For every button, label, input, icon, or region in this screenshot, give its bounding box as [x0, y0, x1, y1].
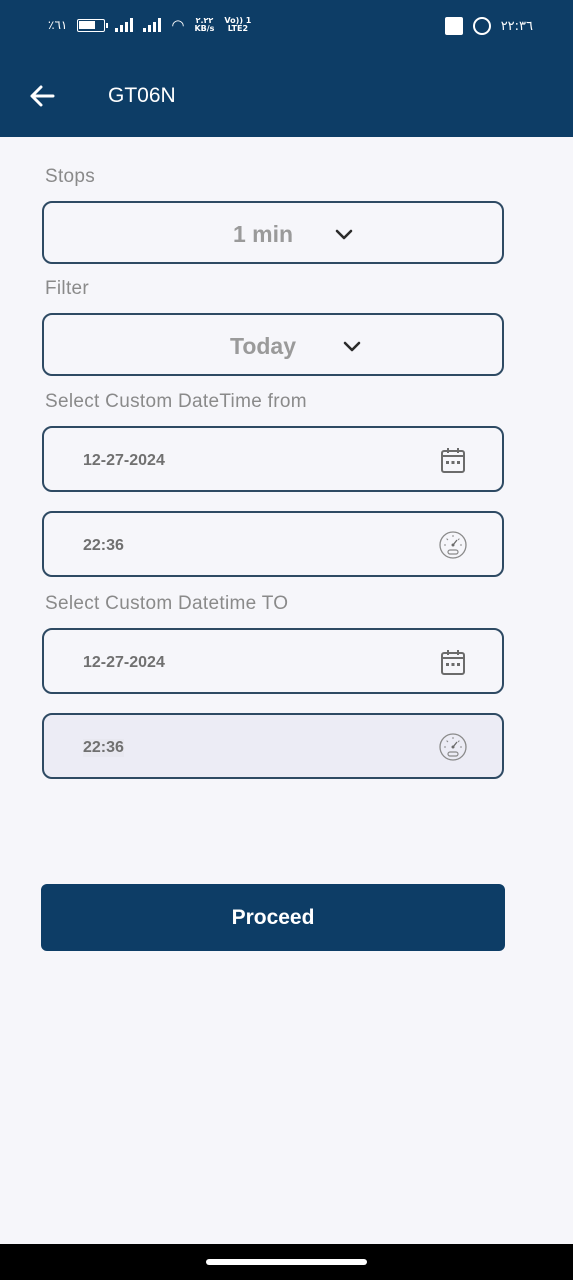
volte-indicator: Vo)) 1 LTE2 [224, 17, 251, 33]
signal-icon [143, 18, 162, 32]
back-arrow-icon[interactable] [28, 82, 56, 110]
stops-dropdown[interactable]: 1 min [42, 201, 504, 264]
stops-label: Stops [45, 166, 96, 187]
battery-icon [77, 18, 109, 32]
network-speed-unit: KB/s [194, 24, 215, 33]
volte-bottom: LTE2 [227, 24, 249, 33]
system-nav-bar [0, 1244, 573, 1280]
chevron-down-icon [335, 229, 353, 240]
filter-selected-value: Today [229, 333, 297, 359]
from-date-value: 12-27-2024 [83, 452, 165, 469]
to-date-value: 12-27-2024 [83, 654, 165, 671]
from-time-value: 22:36 [83, 537, 124, 554]
to-time-value: 22:36 [83, 739, 124, 757]
calendar-icon[interactable] [438, 445, 468, 475]
filter-dropdown[interactable]: Today [42, 313, 504, 376]
calendar-icon[interactable] [438, 647, 468, 677]
notification-icon [444, 17, 463, 35]
wifi-icon: ◠ [171, 16, 185, 34]
clock-dial-icon[interactable] [438, 732, 468, 762]
to-date-field[interactable]: 12-27-2024 [42, 628, 504, 694]
status-time: ٢٢:٣٦ [500, 18, 533, 34]
app-bar: ٪٦١ ◠ ٢.٢٢ KB/s Vo)) 1 LTE2 ٢٢:٣٦ GT06N [0, 0, 573, 137]
screen: ٪٦١ ◠ ٢.٢٢ KB/s Vo)) 1 LTE2 ٢٢:٣٦ GT06N … [0, 0, 573, 1280]
page-title: GT06N [108, 84, 176, 107]
status-bar: ٪٦١ ◠ ٢.٢٢ KB/s Vo)) 1 LTE2 ٢٢:٣٦ [0, 0, 573, 56]
network-speed: ٢.٢٢ KB/s [194, 17, 214, 33]
to-time-field[interactable]: 22:36 [42, 713, 504, 779]
battery-percent: ٪٦١ [48, 18, 68, 32]
status-right: ٢٢:٣٦ [444, 17, 533, 35]
chevron-down-icon [343, 341, 361, 352]
home-gesture-pill[interactable] [206, 1259, 367, 1265]
status-left: ٪٦١ ◠ ٢.٢٢ KB/s Vo)) 1 LTE2 [48, 17, 251, 33]
stops-selected-value: 1 min [232, 221, 294, 247]
clock-dial-icon[interactable] [438, 530, 468, 560]
to-label: Select Custom Datetime TO [45, 593, 289, 614]
proceed-button[interactable]: Proceed [41, 884, 505, 951]
signal-icon [115, 18, 134, 32]
filter-label: Filter [45, 278, 90, 299]
whatsapp-icon [472, 17, 491, 35]
from-date-field[interactable]: 12-27-2024 [42, 426, 504, 492]
from-time-field[interactable]: 22:36 [42, 511, 504, 577]
from-label: Select Custom DateTime from [45, 391, 307, 412]
